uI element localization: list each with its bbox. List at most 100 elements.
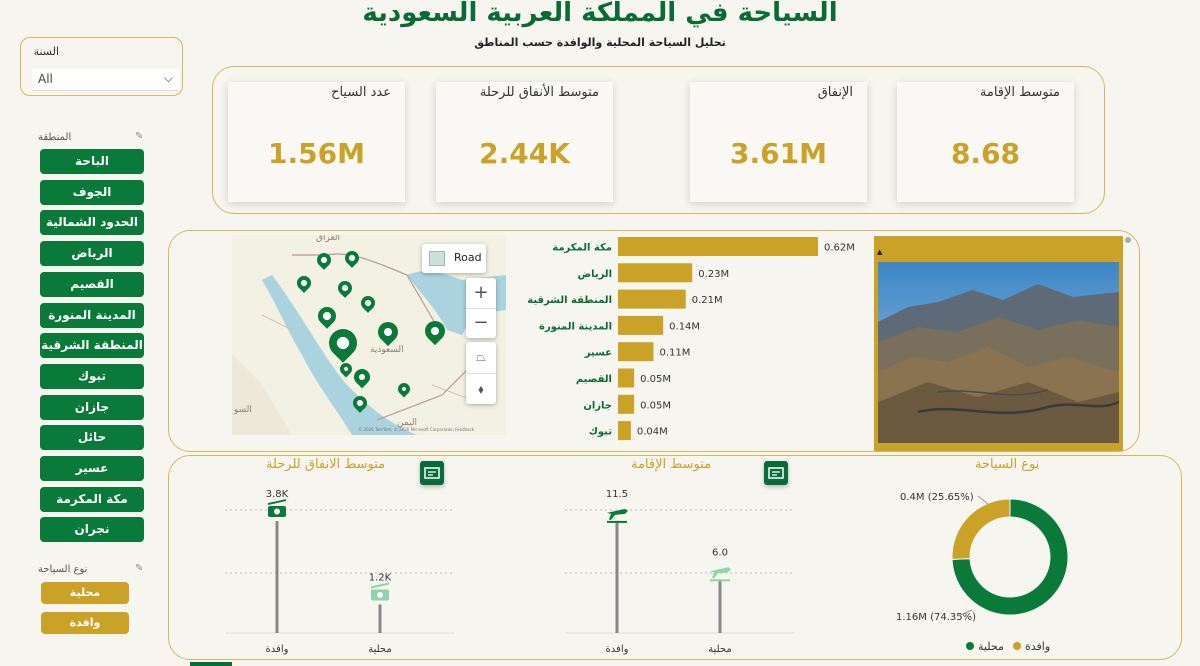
map-style-button[interactable]: Road [422, 244, 486, 273]
report-icon[interactable] [420, 461, 444, 485]
photo-header [874, 236, 1123, 250]
bar-category-label: الرياض [578, 269, 612, 280]
bar-category-label: المنطقة الشرقية [527, 295, 612, 306]
region-button[interactable]: جازان [40, 394, 144, 420]
kpi-value: 1.56M [268, 137, 365, 170]
region-button[interactable]: المنطقة الشرقية [40, 333, 144, 359]
region-button[interactable]: نجران [40, 517, 144, 543]
compass-icon[interactable]: ⬧ [466, 373, 496, 404]
page-title: السياحة في المملكة العربية السعودية [362, 0, 838, 28]
money-icon [370, 582, 390, 601]
type-chart-title: نوع السياحة [975, 457, 1040, 472]
region-button[interactable]: الجوف [40, 179, 144, 205]
bar[interactable] [618, 289, 686, 309]
region-button[interactable]: الباحة [40, 149, 144, 174]
stay-lollipop-chart: 11.5 وافدة 6.0 محلية [565, 489, 795, 655]
kpi-label: الإنفاق [817, 85, 853, 100]
kpi-label: عدد السياح [331, 85, 391, 100]
region-button[interactable]: حائل [40, 425, 144, 451]
bar-category-label: تبوك [589, 427, 613, 438]
map-credit: © 2026 TomTom, © 2026 Microsoft Corporat… [358, 427, 474, 432]
lollipop-category-label: وافدة [606, 644, 629, 655]
kpi-value: 2.44K [479, 137, 570, 170]
lollipop-category-label: محلية [368, 644, 392, 655]
legend-label: وافدة [1025, 640, 1050, 653]
bar[interactable] [618, 342, 654, 362]
page-tab-indicator[interactable] [190, 662, 232, 666]
bar[interactable] [618, 237, 818, 256]
region-slicer-title: المنطقة [38, 132, 72, 143]
region-button[interactable]: عسير [40, 456, 144, 481]
bar-value-label: 0.05M [640, 374, 671, 385]
region-button[interactable]: تبوك [40, 363, 144, 389]
legend-swatch [966, 642, 974, 650]
spend-lollipop-chart: 3.8K وافدة 1.2K محلية [225, 489, 455, 655]
saudi-map[interactable]: العراق السعودية اليمن السو Road + − ⏢ ⬧ … [232, 235, 506, 435]
bar[interactable] [618, 368, 635, 388]
bar-category-label: جازان [583, 400, 612, 411]
caret-up-icon[interactable]: ▲ [877, 248, 882, 256]
bar-category-label: المدينة المنورة [539, 321, 612, 332]
bar[interactable] [618, 421, 631, 441]
zoom-controls: + − [466, 278, 496, 338]
region-button[interactable]: الرياض [40, 241, 144, 267]
donut-slice[interactable] [951, 498, 1011, 560]
kpi-value: 3.61M [730, 137, 827, 170]
region-button[interactable]: القصيم [40, 271, 144, 297]
lollipop-value-label: 6.0 [712, 547, 728, 558]
lollipop-value-label: 1.2K [369, 572, 392, 583]
year-slicer: السنة All ⌵ [20, 37, 183, 96]
bar-category-label: مكة المكرمة [552, 243, 612, 254]
bar[interactable] [618, 315, 664, 335]
year-dropdown-value: All [38, 72, 53, 86]
year-dropdown[interactable]: All ⌵ [32, 69, 179, 91]
money-icon [267, 499, 287, 518]
map-view-controls: ⏢ ⬧ [466, 342, 496, 404]
kpi-card-tourists: عدد السياح 1.56M [228, 82, 405, 202]
type-donut-chart: 1.16M (74.35%)0.4M (25.65%)محلية وافدة [896, 492, 1069, 653]
legend-swatch [1013, 642, 1021, 650]
kpi-value: 8.68 [950, 137, 1021, 170]
zoom-out-button[interactable]: − [466, 308, 496, 338]
stay-chart-title: متوسط الإقامة [631, 457, 712, 472]
lollipop-category-label: وافدة [266, 644, 289, 655]
map-style-label: Road [454, 251, 482, 264]
kpi-card-avg-stay: متوسط الإقامة 8.68 [897, 82, 1074, 202]
type-slicer-title: نوع السياحة [38, 564, 88, 575]
tilt-icon[interactable]: ⏢ [466, 342, 496, 373]
bar[interactable] [618, 263, 693, 283]
region-bar-chart: مكة المكرمة 0.62M الرياض 0.23M المنطقة الشرق… [527, 237, 855, 441]
region-button[interactable]: مكة المكرمة [40, 486, 144, 512]
bar[interactable] [618, 394, 635, 414]
eraser-icon[interactable]: ✎ [135, 563, 143, 574]
zoom-in-button[interactable]: + [466, 278, 496, 308]
kpi-label: متوسط الأنفاق للرحلة [479, 85, 599, 100]
kpi-card-spending: الإنفاق 3.61M [690, 82, 867, 202]
region-button[interactable]: الحدود الشمالية [40, 210, 144, 236]
kpi-card-avg-spend: متوسط الأنفاق للرحلة 2.44K [436, 82, 613, 202]
bar-value-label: 0.05M [640, 400, 671, 411]
map-city-label: السعودية [370, 345, 404, 355]
legend-label: محلية [978, 640, 1004, 653]
map-city-label: السو [234, 405, 252, 415]
bar-value-label: 0.04M [637, 427, 668, 438]
type-button-foreign[interactable]: وافدة [41, 612, 129, 634]
report-icon[interactable] [764, 461, 788, 485]
donut-value-label: 0.4M (25.65%) [900, 492, 974, 503]
spend-chart-title: متوسط الانفاق للرحلة [266, 457, 386, 472]
map-city-label: العراق [316, 235, 341, 243]
scrollbar-thumb[interactable] [1125, 237, 1131, 243]
map-style-icon [429, 251, 445, 266]
region-photo: ▲ [874, 236, 1123, 451]
lollipop-category-label: محلية [708, 644, 732, 655]
kpi-label: متوسط الإقامة [979, 85, 1060, 100]
bar-value-label: 0.62M [824, 243, 855, 254]
region-button[interactable]: المدينة المنورة [40, 302, 144, 328]
bar-value-label: 0.23M [698, 269, 729, 280]
airplane-icon [710, 567, 731, 582]
lollipop-value-label: 3.8K [266, 489, 289, 500]
leader-line [977, 495, 989, 505]
type-button-local[interactable]: محلية [41, 582, 129, 604]
chevron-down-icon: ⌵ [163, 71, 173, 85]
eraser-icon[interactable]: ✎ [135, 131, 143, 142]
